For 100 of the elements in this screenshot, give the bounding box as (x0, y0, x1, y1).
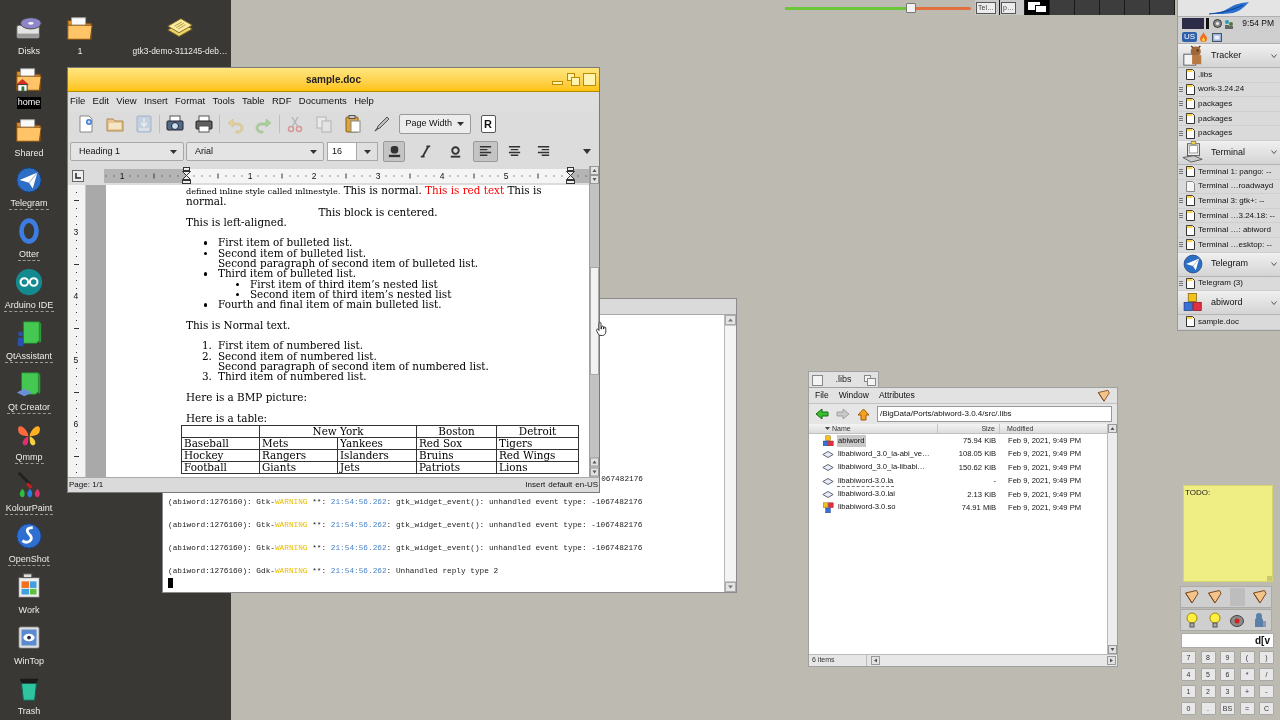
icon-label[interactable]: WinTop (13, 655, 45, 668)
feather-icon[interactable] (1207, 2, 1251, 16)
clipboard-icon[interactable] (343, 114, 363, 134)
scroll-left-icon[interactable] (871, 656, 880, 665)
scroll-up-icon[interactable] (725, 315, 736, 325)
scroll-down-icon[interactable] (725, 582, 736, 592)
up-arrow-icon[interactable] (857, 407, 870, 421)
menu-item[interactable]: File (815, 389, 829, 402)
menu-item[interactable]: File (70, 94, 86, 109)
print-preview-icon[interactable] (165, 114, 185, 134)
lightbulb-icon[interactable] (1206, 612, 1223, 628)
slider-track[interactable] (785, 3, 971, 13)
letter-button[interactable]: R (480, 115, 496, 133)
swirl-icon[interactable] (14, 520, 44, 551)
app-group-header[interactable]: abiword (1178, 291, 1280, 316)
close-icon[interactable] (812, 374, 823, 386)
workspace[interactable] (1025, 0, 1050, 15)
dome-icon[interactable] (1229, 612, 1246, 628)
font-size-field[interactable]: 16 (327, 142, 357, 161)
icon-label[interactable]: KolourPaint (4, 503, 54, 516)
scroll-down-icon[interactable] (590, 175, 599, 184)
font-dropdown[interactable]: Arial (186, 142, 324, 161)
indent-marker-icon[interactable] (565, 166, 575, 184)
icon-label[interactable]: Trash (16, 706, 42, 719)
menu-item[interactable]: RDF (271, 94, 292, 109)
path-field[interactable]: /BigData/Ports/abiword-3.0.4/src/.libs (877, 406, 1112, 422)
lightbulb-icon[interactable] (1184, 612, 1201, 628)
wedge-icon[interactable] (1097, 388, 1111, 403)
zoom-icon[interactable] (567, 73, 580, 86)
zoom-icon[interactable] (864, 374, 876, 386)
disc-icon[interactable] (1213, 19, 1222, 28)
task-entry[interactable]: Terminal …3.24.18: -- (1198, 209, 1275, 222)
menu-item[interactable]: Attributes (878, 389, 915, 402)
paper-plane-icon[interactable] (14, 165, 44, 196)
sort-arrow-icon[interactable] (825, 427, 830, 430)
icon-label[interactable]: Qt Creator (7, 401, 51, 414)
back-arrow-icon[interactable] (815, 408, 829, 420)
icon-label[interactable]: QtAssistant (5, 350, 53, 363)
menu-item[interactable]: Table (241, 94, 265, 109)
wedge-icon[interactable] (1207, 589, 1224, 605)
menu-item[interactable]: Format (175, 94, 206, 109)
task-entry[interactable]: .libs (1198, 68, 1213, 81)
task-entry[interactable]: Terminal 3: gtk+: -- (1198, 194, 1265, 207)
task-entry[interactable]: packages (1198, 112, 1233, 125)
task-entry[interactable]: Terminal …roadwayd (1198, 180, 1274, 193)
bold-button[interactable] (383, 141, 405, 162)
icon-label[interactable]: 1 (76, 46, 84, 58)
app-group-header[interactable]: Terminal (1178, 140, 1280, 165)
scrollbar-thumb[interactable] (590, 267, 599, 375)
scroll-up-icon[interactable] (590, 166, 599, 175)
task-entry[interactable]: Terminal …esktop: -- (1198, 238, 1272, 251)
task-entry[interactable]: sample.doc (1198, 315, 1239, 328)
app-group-header[interactable]: Telegram (1178, 252, 1280, 277)
align-left-button[interactable] (473, 141, 498, 162)
scroll-right-icon[interactable] (1107, 656, 1116, 665)
menu-item[interactable]: View (116, 94, 137, 109)
icon-label[interactable]: Work (17, 604, 41, 617)
slider-thumb[interactable] (906, 3, 917, 13)
scroll-up-icon[interactable] (1108, 424, 1117, 433)
vertical-ruler[interactable]: 3 4 5 6 (68, 185, 86, 477)
icon-label[interactable]: OpenShot (7, 553, 51, 566)
menu-item[interactable]: Edit (92, 94, 109, 109)
scrollbar-thumb[interactable] (725, 325, 736, 582)
pipette-icon[interactable] (372, 114, 392, 134)
printer-icon[interactable] (194, 114, 214, 134)
style-dropdown[interactable]: Heading 1 (70, 142, 184, 161)
menu-item[interactable]: Window (838, 389, 869, 402)
zoom-dropdown[interactable]: Page Width (398, 114, 471, 134)
people-icon[interactable] (1224, 18, 1234, 29)
meter-icon[interactable] (1182, 18, 1209, 29)
resize-grip-icon[interactable] (1267, 576, 1272, 581)
infinity-icon[interactable] (14, 267, 44, 297)
icon-label[interactable]: Telegram (9, 198, 49, 211)
menu-item[interactable]: Documents (298, 94, 347, 109)
icon-label[interactable]: Otter (18, 249, 40, 262)
icon-label[interactable]: Disks (17, 46, 41, 58)
font-size-dropdown[interactable] (357, 142, 378, 161)
icon-label[interactable]: Shared (13, 147, 45, 160)
menu-item[interactable]: Help (354, 94, 374, 109)
scroll-up-icon[interactable] (590, 457, 599, 467)
scroll-down-icon[interactable] (590, 467, 599, 477)
wedge-icon[interactable] (1251, 589, 1268, 605)
menu-item[interactable]: Tools (212, 94, 235, 109)
task-entry[interactable]: Telegram (3) (1198, 277, 1243, 290)
overflow-caret-icon[interactable] (583, 149, 591, 154)
indent-marker-icon[interactable] (181, 166, 191, 184)
horizontal-ruler[interactable]: 1 1 2 3 4 5 (104, 168, 589, 183)
app-group-header[interactable]: Tracker (1178, 44, 1280, 68)
wedge-icon[interactable] (1184, 589, 1201, 605)
framed-square-icon[interactable] (1212, 32, 1223, 42)
close-icon[interactable] (583, 73, 596, 86)
task-entry[interactable]: packages (1198, 127, 1233, 140)
scroll-down-icon[interactable] (1108, 645, 1117, 654)
keyboard-layout-badge[interactable]: US (1182, 32, 1198, 42)
task-entry[interactable]: packages (1198, 98, 1233, 110)
horizontal-scrollbar[interactable] (871, 655, 1117, 666)
icon-label[interactable]: Arduino IDE (3, 300, 55, 312)
task-entry[interactable]: Terminal 1: pango: -- (1198, 165, 1272, 178)
task-entry[interactable]: work-3.24.24 (1198, 83, 1245, 96)
task-entry[interactable]: Terminal …: abiword (1198, 224, 1271, 237)
